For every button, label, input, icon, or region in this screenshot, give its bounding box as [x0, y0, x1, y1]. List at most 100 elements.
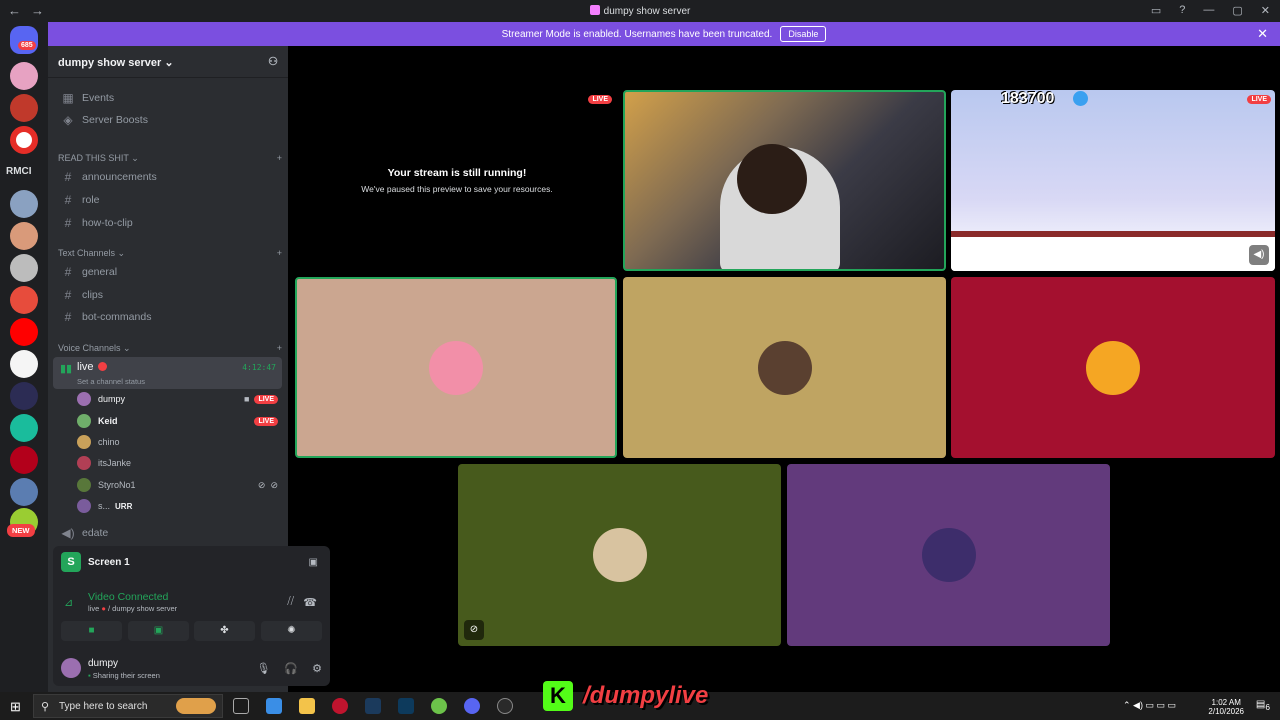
category-voice[interactable]: Voice Channels ⌄ +	[58, 343, 282, 354]
voice-user[interactable]: Keid LIVE	[77, 412, 282, 430]
headphones-icon[interactable]: 🎧	[284, 662, 298, 675]
notifications-icon[interactable]: ▤6	[1256, 699, 1270, 712]
microphone-icon[interactable]: 🎙	[256, 662, 270, 675]
server-icon-8[interactable]	[10, 318, 38, 346]
channel-status-hint[interactable]: Set a channel status	[77, 377, 145, 386]
muted-icon[interactable]: ⊘	[464, 620, 484, 640]
video-connected-status[interactable]: Video Connected	[88, 591, 168, 603]
volume-icon[interactable]: ◀)	[1249, 245, 1269, 265]
windows-start-icon[interactable]: ⊞	[10, 699, 21, 715]
app-icon[interactable]	[431, 698, 447, 714]
category-read[interactable]: READ THIS SHIT ⌄ +	[58, 153, 282, 164]
system-tray-icons[interactable]: ⌃ ◀) ▭ ▭ ▭	[1123, 700, 1176, 711]
category-text[interactable]: Text Channels ⌄ +	[58, 248, 282, 259]
server-icon-6[interactable]	[10, 254, 38, 282]
minimize-icon[interactable]: —	[1203, 4, 1214, 17]
participant-tile[interactable]	[623, 277, 946, 458]
server-icon-13[interactable]	[10, 478, 38, 506]
channel-clips[interactable]: # clips	[56, 285, 282, 305]
app-icon[interactable]	[266, 698, 282, 714]
discord-icon[interactable]	[464, 698, 480, 714]
clock[interactable]: 1:02 AM 2/10/2026	[1208, 698, 1244, 716]
avatar	[77, 456, 91, 470]
server-icon-10[interactable]	[10, 382, 38, 410]
soundboard-button[interactable]: ✺	[261, 621, 322, 641]
live-badge: LIVE	[254, 394, 278, 404]
banner-close-icon[interactable]: ✕	[1257, 26, 1268, 42]
category-text-label: Text Channels	[58, 248, 116, 258]
taskbar-search[interactable]: ⚲ Type here to search	[33, 694, 223, 718]
channel-label: role	[82, 194, 100, 206]
vegas-icon[interactable]	[365, 698, 381, 714]
screen-share-button[interactable]: ▣	[128, 621, 189, 641]
user-name: StyroNo1	[98, 480, 136, 490]
invite-icon[interactable]: ⚇	[268, 55, 278, 68]
channel-announcements[interactable]: # announcements	[56, 167, 282, 187]
disable-streamer-mode-button[interactable]: Disable	[780, 26, 827, 42]
noise-suppression-icon[interactable]: ⧸⧸	[287, 596, 294, 607]
channel-how-to-clip[interactable]: # how-to-clip	[56, 213, 282, 233]
server-icon-5[interactable]	[10, 222, 38, 250]
banner-text: Streamer Mode is enabled. Usernames have…	[501, 28, 773, 40]
voice-user[interactable]: StyroNo1 ⊘ ⊘	[77, 476, 282, 494]
participant-tile[interactable]: ⊘	[458, 464, 781, 646]
server-icon-9[interactable]	[10, 350, 38, 378]
channel-role[interactable]: # role	[56, 190, 282, 210]
participant-tile[interactable]	[787, 464, 1110, 646]
server-icon-1[interactable]	[10, 62, 38, 90]
voice-activity-icon: ▮▮	[60, 363, 73, 375]
voice-channel-live[interactable]: ▮▮ live Set a channel status 4:12:47	[53, 357, 282, 389]
screen-share-header[interactable]: S Screen 1	[61, 552, 130, 572]
window-controls: ▭ ? — ▢ ✕	[1151, 4, 1270, 17]
server-header[interactable]: dumpy show server ⌄ ⚇	[48, 46, 288, 78]
activities-icon: ✤	[220, 625, 229, 636]
server-icon-rfc[interactable]	[10, 94, 38, 122]
photoshop-icon[interactable]	[398, 698, 414, 714]
server-boosts-link[interactable]: ◈ Server Boosts	[56, 110, 282, 130]
close-window-icon[interactable]: ✕	[1261, 4, 1270, 17]
opera-icon[interactable]	[332, 698, 348, 714]
participant-tile[interactable]	[951, 277, 1275, 458]
camera-button[interactable]: ■	[61, 621, 122, 641]
voice-user[interactable]: itsJanke	[77, 454, 282, 472]
voice-user[interactable]: chino	[77, 433, 282, 451]
voice-channel-label: edate	[82, 527, 109, 539]
paused-stream-tile[interactable]: LIVE Your stream is still running! We've…	[296, 90, 618, 270]
voice-user[interactable]: s... URR	[77, 497, 282, 515]
task-view-icon[interactable]	[233, 698, 249, 714]
add-channel-icon[interactable]: +	[277, 343, 282, 354]
avatar	[757, 340, 812, 395]
popout-icon[interactable]: ▣	[309, 557, 318, 568]
file-explorer-icon[interactable]	[299, 698, 315, 714]
server-icon-11[interactable]	[10, 414, 38, 442]
webcam-stream-tile[interactable]	[623, 90, 946, 271]
voice-channel-edate[interactable]: ◀) edate	[56, 523, 282, 543]
channel-bot-commands[interactable]: # bot-commands	[56, 307, 282, 327]
obs-icon[interactable]	[497, 698, 513, 714]
screen-label: Screen 1	[88, 556, 130, 568]
add-channel-icon[interactable]: +	[277, 153, 282, 164]
activities-button[interactable]: ✤	[194, 621, 255, 641]
maximize-icon[interactable]: ▢	[1232, 4, 1242, 17]
server-icon-4[interactable]	[10, 190, 38, 218]
avatar[interactable]	[61, 658, 81, 678]
current-user-name[interactable]: dumpy	[88, 658, 118, 669]
user-name: Keid	[98, 416, 118, 426]
window-title: dumpy show server	[0, 5, 1280, 17]
server-label-rmci[interactable]: RMCI	[6, 166, 32, 177]
voice-user[interactable]: dumpy ■ LIVE	[77, 390, 282, 408]
server-icon-youtube[interactable]	[10, 126, 38, 154]
settings-gear-icon[interactable]: ⚙	[312, 662, 322, 675]
disconnect-icon[interactable]: ☎	[303, 596, 317, 609]
add-channel-icon[interactable]: +	[277, 248, 282, 259]
server-icon-7[interactable]	[10, 286, 38, 314]
inbox-icon[interactable]: ▭	[1151, 4, 1161, 17]
channel-label: clips	[82, 289, 104, 301]
help-icon[interactable]: ?	[1179, 4, 1185, 17]
participant-tile[interactable]	[295, 277, 617, 458]
signal-icon[interactable]: ⊿	[64, 596, 73, 609]
channel-general[interactable]: # general	[56, 262, 282, 282]
server-icon-12[interactable]	[10, 446, 38, 474]
game-stream-tile[interactable]: 183700 LIVE ◀)	[951, 90, 1275, 271]
events-link[interactable]: ▦ Events	[56, 88, 282, 108]
